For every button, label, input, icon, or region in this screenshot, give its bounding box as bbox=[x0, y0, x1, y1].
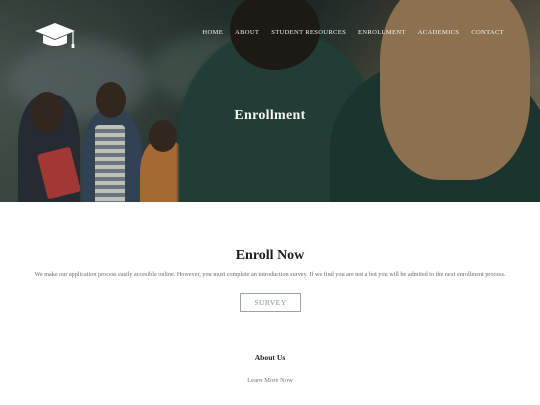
nav-student-resources[interactable]: STUDENT RESOURCES bbox=[271, 29, 346, 36]
nav-enrollment[interactable]: ENROLLMENT bbox=[358, 29, 406, 36]
main-nav: HOME ABOUT STUDENT RESOURCES ENROLLMENT … bbox=[202, 29, 504, 36]
enroll-description: We make our application process easily a… bbox=[34, 271, 506, 278]
about-heading: About Us bbox=[254, 353, 286, 362]
nav-home[interactable]: HOME bbox=[202, 29, 223, 36]
enroll-heading: Enroll Now bbox=[235, 248, 305, 263]
learn-more-link[interactable]: Learn More Now bbox=[0, 377, 540, 384]
nav-academics[interactable]: ACADEMICS bbox=[418, 29, 460, 36]
survey-button[interactable]: SURVEY bbox=[240, 293, 301, 312]
nav-about[interactable]: ABOUT bbox=[235, 29, 259, 36]
hero-banner: HOME ABOUT STUDENT RESOURCES ENROLLMENT … bbox=[0, 0, 540, 202]
graduation-cap-icon[interactable] bbox=[33, 21, 77, 51]
page-title: Enrollment bbox=[234, 108, 306, 123]
nav-contact[interactable]: CONTACT bbox=[471, 29, 504, 36]
